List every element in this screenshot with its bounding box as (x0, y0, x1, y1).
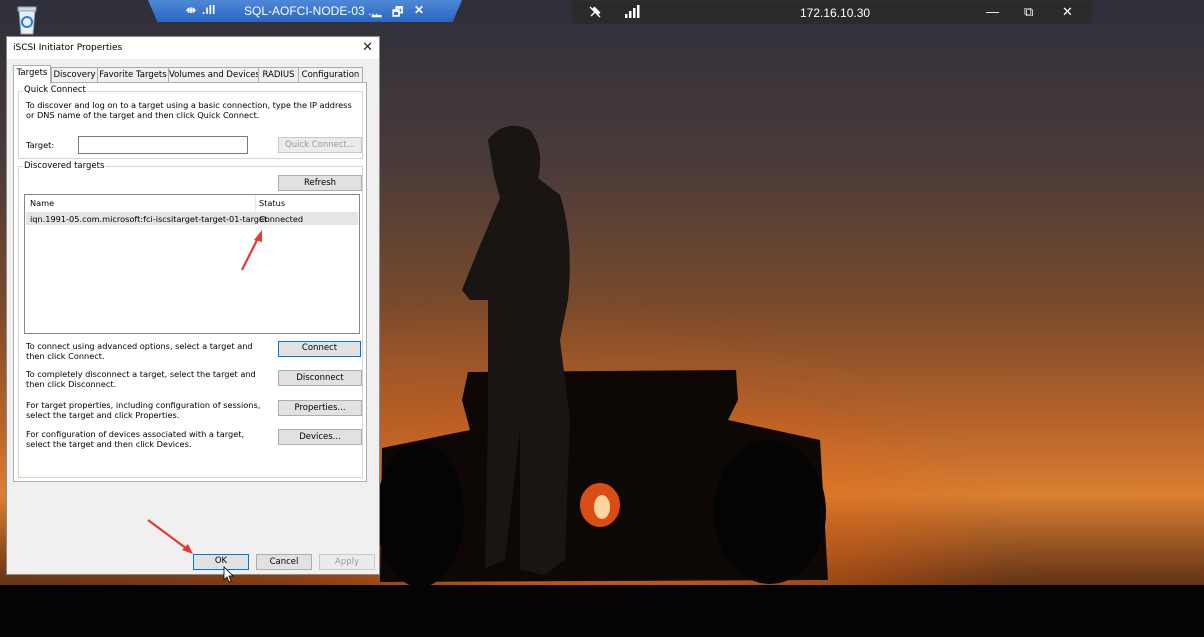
cancel-button[interactable]: Cancel (256, 554, 312, 570)
connect-button[interactable]: Connect (278, 341, 361, 357)
tab-discovery[interactable]: Discovery (51, 67, 98, 83)
apply-button[interactable]: Apply (319, 554, 375, 570)
connect-description: To connect using advanced options, selec… (26, 341, 253, 361)
column-header-name[interactable]: Name (30, 198, 54, 208)
quick-connect-button[interactable]: Quick Connect... (278, 137, 362, 153)
signal-icon (625, 5, 640, 18)
remote-session-title: SQL-AOFCI-NODE-03 ... (244, 4, 379, 18)
taskbar-area (0, 585, 1204, 637)
tab-radius[interactable]: RADIUS (258, 67, 299, 83)
tab-targets[interactable]: Targets (13, 65, 51, 84)
quick-connect-label: Quick Connect (23, 85, 87, 95)
refresh-button[interactable]: Refresh (278, 175, 362, 191)
connection-ip: 172.16.10.30 (800, 6, 871, 20)
minimize-icon[interactable]: ▁ (372, 3, 381, 17)
properties-button[interactable]: Properties... (278, 400, 362, 416)
quick-connect-description: To discover and log on to a target using… (26, 100, 352, 120)
target-input[interactable] (78, 136, 248, 154)
disconnect-description: To completely disconnect a target, selec… (26, 369, 256, 389)
target-status-cell[interactable]: Connected (259, 214, 303, 224)
connection-bar[interactable]: 172.16.10.30 — ⧉ ✕ (572, 1, 1092, 24)
dialog-title-bar[interactable]: iSCSI Initiator Properties ✕ (7, 37, 379, 59)
column-header-status[interactable]: Status (259, 198, 285, 208)
devices-description: For configuration of devices associated … (26, 429, 245, 449)
discovered-targets-label: Discovered targets (23, 161, 106, 171)
tab-volumes-and-devices[interactable]: Volumes and Devices (168, 67, 260, 83)
column-separator[interactable] (255, 195, 256, 211)
ok-button[interactable]: OK (193, 554, 249, 570)
signal-icon: .ıll (202, 3, 216, 17)
targets-tab-panel: Quick Connect To discover and log on to … (13, 82, 367, 482)
devices-button[interactable]: Devices... (278, 429, 362, 445)
disconnect-button[interactable]: Disconnect (278, 370, 362, 386)
recycle-bin-icon[interactable] (10, 4, 44, 36)
iscsi-initiator-dialog: iSCSI Initiator Properties ✕ Targets Dis… (6, 36, 380, 575)
minimize-icon[interactable]: — (986, 4, 999, 19)
pin-icon[interactable]: ⇹ (186, 3, 196, 17)
remote-session-bar[interactable]: ⇹ .ıll SQL-AOFCI-NODE-03 ... ▁ 🗗 ✕ (148, 0, 462, 22)
discovered-targets-list[interactable]: Name Status iqn.1991-05.com.microsoft:fc… (24, 194, 360, 334)
close-icon[interactable]: ✕ (1062, 4, 1073, 20)
tab-configuration[interactable]: Configuration (298, 67, 363, 83)
dialog-title: iSCSI Initiator Properties (13, 43, 123, 53)
close-icon[interactable]: ✕ (414, 3, 424, 17)
restore-icon[interactable]: ⧉ (1024, 4, 1033, 20)
properties-description: For target properties, including configu… (26, 400, 261, 420)
pin-off-icon[interactable] (588, 5, 602, 19)
restore-icon[interactable]: 🗗 (392, 3, 403, 22)
target-label: Target: (26, 140, 55, 150)
tab-favorite-targets[interactable]: Favorite Targets (97, 67, 169, 83)
target-name-cell[interactable]: iqn.1991-05.com.microsoft:fci-iscsitarge… (30, 214, 267, 224)
close-icon[interactable]: ✕ (362, 40, 373, 55)
